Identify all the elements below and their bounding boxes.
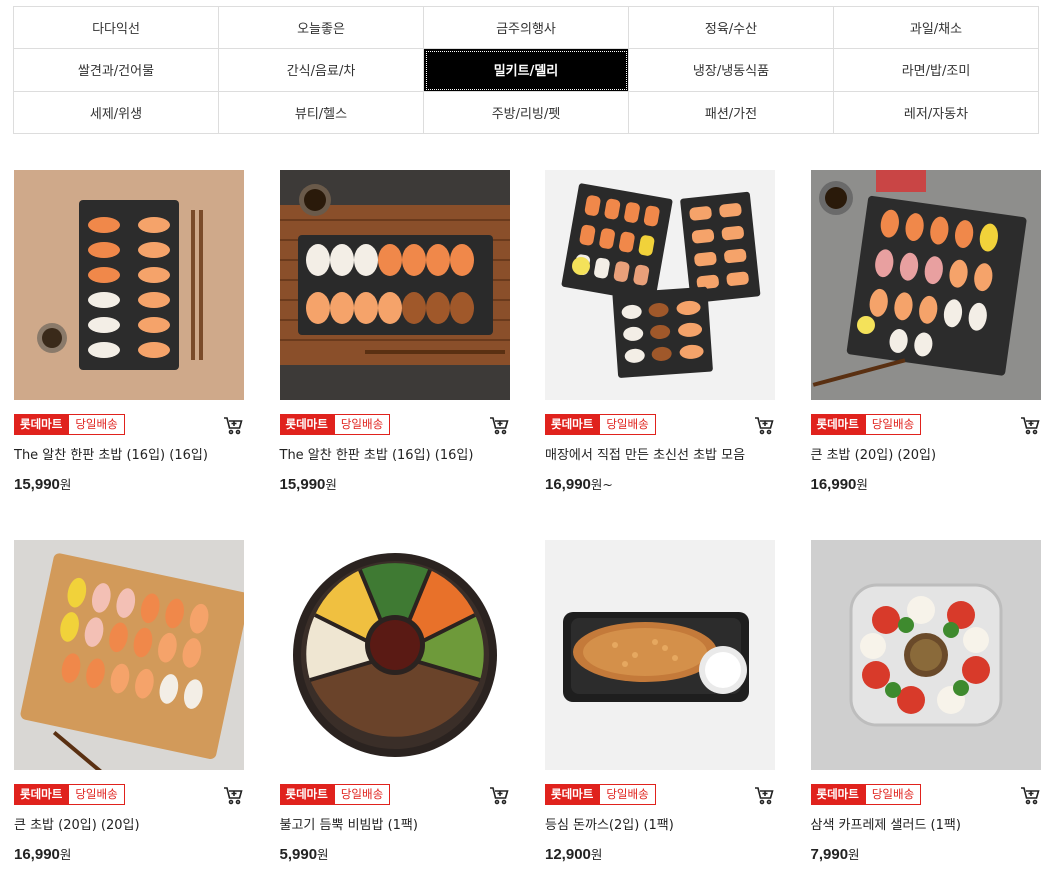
product-price: 7,990원 <box>810 846 860 863</box>
product-image[interactable] <box>810 170 1041 400</box>
same-day-badge: 당일배송 <box>333 414 391 435</box>
lottemart-badge: 롯데마트 <box>810 784 865 805</box>
product-name[interactable]: 매장에서 직접 만든 초신선 초밥 모음 <box>545 444 745 463</box>
product-card[interactable]: 롯데마트 당일배송 The 알찬 한판 초밥 (16입) (16입) 15,99… <box>279 170 510 540</box>
product-image[interactable] <box>279 540 510 770</box>
product-price: 12,900원 <box>545 846 603 863</box>
cart-icon[interactable] <box>753 784 775 806</box>
badge-group: 롯데마트 당일배송 <box>545 414 656 435</box>
product-price: 5,990원 <box>279 846 329 863</box>
product-name[interactable]: 삼색 카프레제 샐러드 (1팩) <box>811 814 961 833</box>
lottemart-badge: 롯데마트 <box>279 414 334 435</box>
product-card[interactable]: 롯데마트 당일배송 등심 돈까스(2입) (1팩) 12,900원 <box>545 540 775 876</box>
product-grid: 롯데마트 당일배송 The 알찬 한판 초밥 (16입) (16입) 15,99… <box>14 170 1041 876</box>
same-day-badge: 당일배송 <box>599 414 656 435</box>
product-name[interactable]: 큰 초밥 (20입) (20입) <box>811 444 937 463</box>
badge-group: 롯데마트 당일배송 <box>545 784 656 805</box>
lottemart-badge: 롯데마트 <box>545 414 600 435</box>
product-image[interactable] <box>545 170 775 400</box>
badge-group: 롯데마트 당일배송 <box>810 414 922 435</box>
product-name[interactable]: 등심 돈까스(2입) (1팩) <box>545 814 674 833</box>
lottemart-badge: 롯데마트 <box>279 784 334 805</box>
product-price: 15,990원 <box>279 476 337 493</box>
product-name[interactable]: 불고기 듬뿍 비빔밥 (1팩) <box>280 814 418 833</box>
category-item[interactable]: 과일/채소 <box>834 7 1039 50</box>
cart-icon[interactable] <box>222 784 244 806</box>
badge-group: 롯데마트 당일배송 <box>14 414 125 435</box>
category-item[interactable]: 쌀견과/건어물 <box>14 49 219 92</box>
same-day-badge: 당일배송 <box>599 784 656 805</box>
lottemart-badge: 롯데마트 <box>810 414 865 435</box>
cart-icon[interactable] <box>222 414 244 436</box>
badge-group: 롯데마트 당일배송 <box>14 784 125 805</box>
category-item[interactable]: 세제/위생 <box>14 91 219 134</box>
category-item-active[interactable]: 밀키트/델리 <box>424 49 629 92</box>
category-item[interactable]: 뷰티/헬스 <box>219 91 424 134</box>
same-day-badge: 당일배송 <box>68 414 125 435</box>
cart-icon[interactable] <box>1019 414 1041 436</box>
product-card[interactable]: 롯데마트 당일배송 불고기 듬뿍 비빔밥 (1팩) 5,990원 <box>279 540 510 876</box>
category-item[interactable]: 금주의행사 <box>424 7 629 50</box>
category-item[interactable]: 주방/리빙/펫 <box>424 91 629 134</box>
badge-group: 롯데마트 당일배송 <box>279 414 391 435</box>
product-card[interactable]: 롯데마트 당일배송 삼색 카프레제 샐러드 (1팩) 7,990원 <box>810 540 1041 876</box>
cart-icon[interactable] <box>488 784 510 806</box>
product-card[interactable]: 롯데마트 당일배송 매장에서 직접 만든 초신선 초밥 모음 16,990원~ <box>545 170 775 540</box>
badge-group: 롯데마트 당일배송 <box>810 784 922 805</box>
product-price: 16,990원~ <box>545 476 613 493</box>
category-item[interactable]: 냉장/냉동식품 <box>629 49 834 92</box>
same-day-badge: 당일배송 <box>864 414 922 435</box>
category-item[interactable]: 레저/자동차 <box>834 91 1039 134</box>
product-image[interactable] <box>545 540 775 770</box>
category-item[interactable]: 다다익선 <box>14 7 219 50</box>
category-item[interactable]: 정육/수산 <box>629 7 834 50</box>
category-item[interactable]: 오늘좋은 <box>219 7 424 50</box>
product-name[interactable]: The 알찬 한판 초밥 (16입) (16입) <box>14 444 208 463</box>
product-name[interactable]: 큰 초밥 (20입) (20입) <box>14 814 140 833</box>
category-item[interactable]: 간식/음료/차 <box>219 49 424 92</box>
category-item[interactable]: 라면/밥/조미 <box>834 49 1039 92</box>
product-price: 16,990원 <box>810 476 868 493</box>
product-card[interactable]: 롯데마트 당일배송 큰 초밥 (20입) (20입) 16,990원 <box>14 540 244 876</box>
product-image[interactable] <box>14 540 244 770</box>
category-grid: 다다익선 오늘좋은 금주의행사 정육/수산 과일/채소 쌀견과/건어물 간식/음… <box>13 6 1039 134</box>
product-price: 16,990원 <box>14 846 72 863</box>
lottemart-badge: 롯데마트 <box>545 784 600 805</box>
same-day-badge: 당일배송 <box>68 784 125 805</box>
lottemart-badge: 롯데마트 <box>14 414 69 435</box>
product-card[interactable]: 롯데마트 당일배송 큰 초밥 (20입) (20입) 16,990원 <box>810 170 1041 540</box>
product-price: 15,990원 <box>14 476 72 493</box>
lottemart-badge: 롯데마트 <box>14 784 69 805</box>
product-image[interactable] <box>279 170 510 400</box>
category-item[interactable]: 패션/가전 <box>629 91 834 134</box>
product-image[interactable] <box>810 540 1041 770</box>
cart-icon[interactable] <box>1019 784 1041 806</box>
same-day-badge: 당일배송 <box>864 784 922 805</box>
product-name[interactable]: The 알찬 한판 초밥 (16입) (16입) <box>280 444 474 463</box>
product-card[interactable]: 롯데마트 당일배송 The 알찬 한판 초밥 (16입) (16입) 15,99… <box>14 170 244 540</box>
product-image[interactable] <box>14 170 244 400</box>
badge-group: 롯데마트 당일배송 <box>279 784 391 805</box>
cart-icon[interactable] <box>488 414 510 436</box>
cart-icon[interactable] <box>753 414 775 436</box>
same-day-badge: 당일배송 <box>333 784 391 805</box>
